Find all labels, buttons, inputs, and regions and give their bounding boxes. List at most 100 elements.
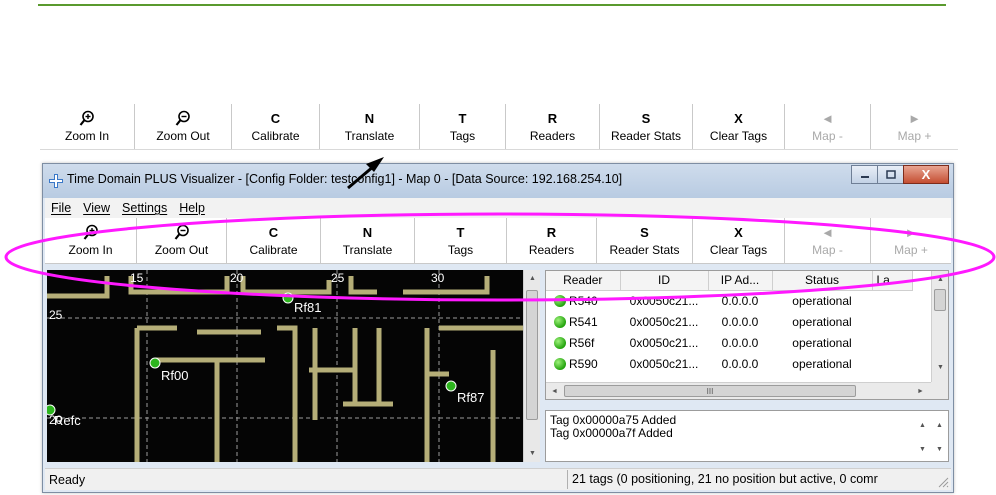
- readers-icon: R: [547, 110, 558, 126]
- calibrate-icon: C: [268, 224, 279, 240]
- reader-status: operational: [792, 314, 852, 329]
- readers-icon: R: [546, 224, 557, 240]
- reader-status: operational: [792, 335, 852, 350]
- scroll-thumb[interactable]: [526, 290, 538, 420]
- status-ok-icon: [554, 294, 566, 307]
- table-row[interactable]: R56f 0x0050c21... 0.0.0.0 operational: [546, 332, 912, 353]
- translate-button[interactable]: N Translate: [320, 104, 420, 149]
- calibrate-button[interactable]: C Calibrate: [227, 218, 321, 263]
- minimize-icon: [860, 175, 869, 178]
- translate-icon: N: [362, 224, 373, 240]
- col-reader[interactable]: Reader: [546, 271, 621, 291]
- reader-name: R541: [569, 314, 598, 329]
- scroll-down-icon[interactable]: ▼: [932, 359, 948, 376]
- menu-settings[interactable]: Settings: [122, 201, 167, 215]
- col-ip-address[interactable]: IP Ad...: [708, 271, 773, 291]
- zoom-out-button[interactable]: Zoom Out: [137, 218, 227, 263]
- map-vertical-scrollbar[interactable]: ▲ ▼: [523, 270, 540, 462]
- scroll-thumb[interactable]: [934, 289, 946, 311]
- scroll-left-icon[interactable]: ◄: [546, 383, 563, 399]
- scroll-corner: [931, 382, 948, 399]
- reader-marker[interactable]: [149, 357, 161, 369]
- zoom-in-label: Zoom In: [64, 128, 109, 143]
- readers-button[interactable]: R Readers: [507, 218, 597, 263]
- floor-map[interactable]: 15 20 25 30 25 20 Rf81 Rf00 Rf87 Refc: [47, 270, 523, 462]
- tags-button[interactable]: T Tags: [420, 104, 506, 149]
- reader-status: operational: [792, 356, 852, 371]
- col-last[interactable]: La: [872, 271, 913, 291]
- toolbar-standalone: Zoom In Zoom Out C Calibrate N Translate…: [40, 104, 958, 150]
- clear-tags-icon: X: [734, 110, 743, 126]
- reader-name: R56f: [569, 335, 595, 350]
- map-prev-label: Map -: [812, 128, 843, 143]
- maximize-button[interactable]: [877, 165, 904, 184]
- clear-tags-button[interactable]: X Clear Tags: [693, 104, 785, 149]
- readers-button[interactable]: R Readers: [506, 104, 600, 149]
- table-vertical-scrollbar[interactable]: ▲ ▼: [931, 271, 948, 382]
- col-status[interactable]: Status: [772, 271, 873, 291]
- status-ok-icon: [554, 336, 566, 349]
- zoom-in-button[interactable]: Zoom In: [45, 218, 137, 263]
- map-x-tick: 15: [130, 271, 144, 285]
- tags-button[interactable]: T Tags: [415, 218, 507, 263]
- arrow-left-icon: ◄: [821, 110, 834, 126]
- menu-help[interactable]: Help: [179, 201, 205, 215]
- table-row[interactable]: R590 0x0050c21... 0.0.0.0 operational: [546, 353, 912, 374]
- minimize-button[interactable]: [851, 165, 878, 184]
- scroll-up-icon[interactable]: ▲: [524, 270, 541, 287]
- reader-table: Reader ID IP Ad... Status La R540 0x0050…: [545, 270, 949, 400]
- translate-button[interactable]: N Translate: [321, 218, 415, 263]
- close-icon: X: [921, 167, 931, 182]
- toolbar-window: Zoom In Zoom Out C Calibrate N Translate…: [45, 218, 951, 264]
- zoom-out-label: Zoom Out: [154, 242, 209, 257]
- map-next-button[interactable]: ► Map +: [871, 104, 958, 149]
- top-divider-line: [38, 4, 946, 6]
- reader-ip: 0.0.0.0: [721, 356, 759, 371]
- col-id[interactable]: ID: [620, 271, 709, 291]
- table-header-row: Reader ID IP Ad... Status La: [546, 271, 913, 291]
- map-x-tick: 25: [331, 271, 345, 285]
- log-line: Tag 0x00000a7f Added: [550, 426, 673, 440]
- window-titlebar[interactable]: Time Domain PLUS Visualizer - [Config Fo…: [43, 164, 953, 198]
- maximize-icon: [885, 170, 896, 179]
- table-row[interactable]: R540 0x0050c21... 0.0.0.0 operational: [546, 290, 912, 311]
- table-row[interactable]: R541 0x0050c21... 0.0.0.0 operational: [546, 311, 912, 332]
- scroll-down-icon[interactable]: ▼: [931, 441, 948, 458]
- zoom-in-icon: [79, 110, 95, 128]
- menu-view[interactable]: View: [83, 201, 110, 215]
- tags-icon: T: [458, 110, 467, 126]
- status-bar: Ready 21 tags (0 positioning, 21 no posi…: [45, 468, 951, 490]
- calibrate-icon: C: [270, 110, 281, 126]
- reader-ip: 0.0.0.0: [721, 314, 759, 329]
- reader-status: operational: [792, 293, 852, 308]
- map-next-label: Map +: [897, 128, 932, 143]
- status-ready: Ready: [49, 473, 86, 487]
- resize-grip-icon[interactable]: [937, 476, 949, 488]
- scroll-down-icon[interactable]: ▼: [524, 445, 541, 462]
- menu-file[interactable]: File: [51, 201, 71, 215]
- zoom-out-button[interactable]: Zoom Out: [135, 104, 232, 149]
- reader-marker[interactable]: [445, 380, 457, 392]
- scroll-up-icon[interactable]: ▲: [932, 271, 948, 288]
- reader-stats-button[interactable]: S Reader Stats: [597, 218, 693, 263]
- scroll-thumb[interactable]: III: [564, 385, 856, 397]
- scroll-up-icon[interactable]: ▲: [931, 417, 948, 434]
- map-next-button[interactable]: ► Map +: [871, 218, 951, 263]
- reader-ip: 0.0.0.0: [721, 335, 759, 350]
- event-log[interactable]: Tag 0x00000a75 Added Tag 0x00000a7f Adde…: [545, 410, 949, 462]
- clear-tags-button[interactable]: X Clear Tags: [693, 218, 785, 263]
- calibrate-button[interactable]: C Calibrate: [232, 104, 320, 149]
- scroll-right-icon[interactable]: ►: [912, 383, 929, 399]
- scroll-down-icon[interactable]: ▼: [914, 441, 931, 458]
- close-button[interactable]: X: [903, 165, 949, 184]
- scroll-up-icon[interactable]: ▲: [914, 417, 931, 434]
- map-prev-button[interactable]: ◄ Map -: [785, 104, 871, 149]
- zoom-in-button[interactable]: Zoom In: [40, 104, 135, 149]
- reader-label: Rf87: [457, 390, 484, 405]
- reader-name: R590: [569, 356, 598, 371]
- clear-tags-icon: X: [734, 224, 743, 240]
- reader-marker[interactable]: [282, 292, 294, 304]
- table-horizontal-scrollbar[interactable]: ◄ III ►: [546, 382, 931, 399]
- map-prev-button[interactable]: ◄ Map -: [785, 218, 871, 263]
- reader-stats-button[interactable]: S Reader Stats: [600, 104, 693, 149]
